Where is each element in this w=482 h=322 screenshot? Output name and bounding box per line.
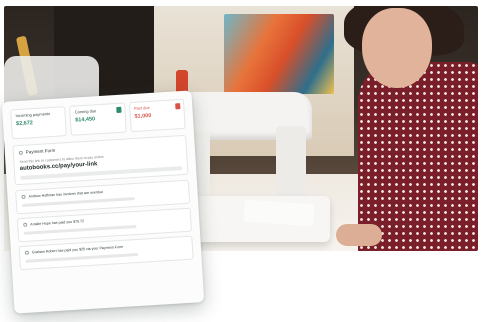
stat-incoming-payments[interactable]: Incoming payments $2,672 bbox=[10, 106, 68, 140]
person-shirt bbox=[358, 62, 478, 251]
stat-past-due[interactable]: Past due $1,000 bbox=[128, 98, 186, 133]
wall-painting bbox=[224, 14, 334, 94]
dashboard-card: Incoming payments $2,672 Coming due $14,… bbox=[1, 90, 205, 314]
stats-row: Incoming payments $2,672 Coming due $14,… bbox=[10, 98, 186, 140]
activity-text: Graham Robert has paid you $20 via your … bbox=[31, 244, 124, 255]
activity-bullet-icon bbox=[24, 250, 30, 255]
stat-value: $14,450 bbox=[75, 116, 96, 124]
payment-form-panel: Payment Form Send this link to customers… bbox=[12, 134, 189, 186]
activity-text: Amalie Hope has paid you $75.72 bbox=[30, 219, 85, 227]
activity-placeholder-bar bbox=[25, 252, 139, 263]
stat-value: $1,000 bbox=[134, 112, 152, 120]
activity-item[interactable]: Graham Robert has paid you $20 via your … bbox=[18, 235, 194, 271]
activity-placeholder-bar bbox=[23, 224, 138, 235]
stat-value: $2,672 bbox=[15, 120, 34, 128]
activity-row: Andrew Hoffman has invoices that are ove… bbox=[21, 185, 183, 199]
activity-bullet-icon bbox=[23, 222, 28, 227]
payment-form-title: Payment Form bbox=[25, 147, 56, 155]
activity-text: Andrew Hoffman has invoices that are ove… bbox=[28, 189, 104, 199]
activity-row: Graham Robert has paid you $20 via your … bbox=[24, 241, 187, 255]
activity-placeholder-bar bbox=[21, 197, 136, 207]
person-head bbox=[362, 8, 432, 88]
activity-row: Amalie Hope has paid you $75.72 bbox=[23, 213, 185, 227]
status-flag-icon bbox=[115, 106, 122, 114]
sewing-machine-arm bbox=[276, 126, 306, 206]
activity-bullet-icon bbox=[21, 194, 26, 199]
person-hand bbox=[336, 224, 382, 246]
stat-coming-due[interactable]: Coming due $14,450 bbox=[69, 102, 127, 136]
payment-form-icon bbox=[18, 150, 23, 155]
status-flag-icon bbox=[175, 103, 181, 110]
